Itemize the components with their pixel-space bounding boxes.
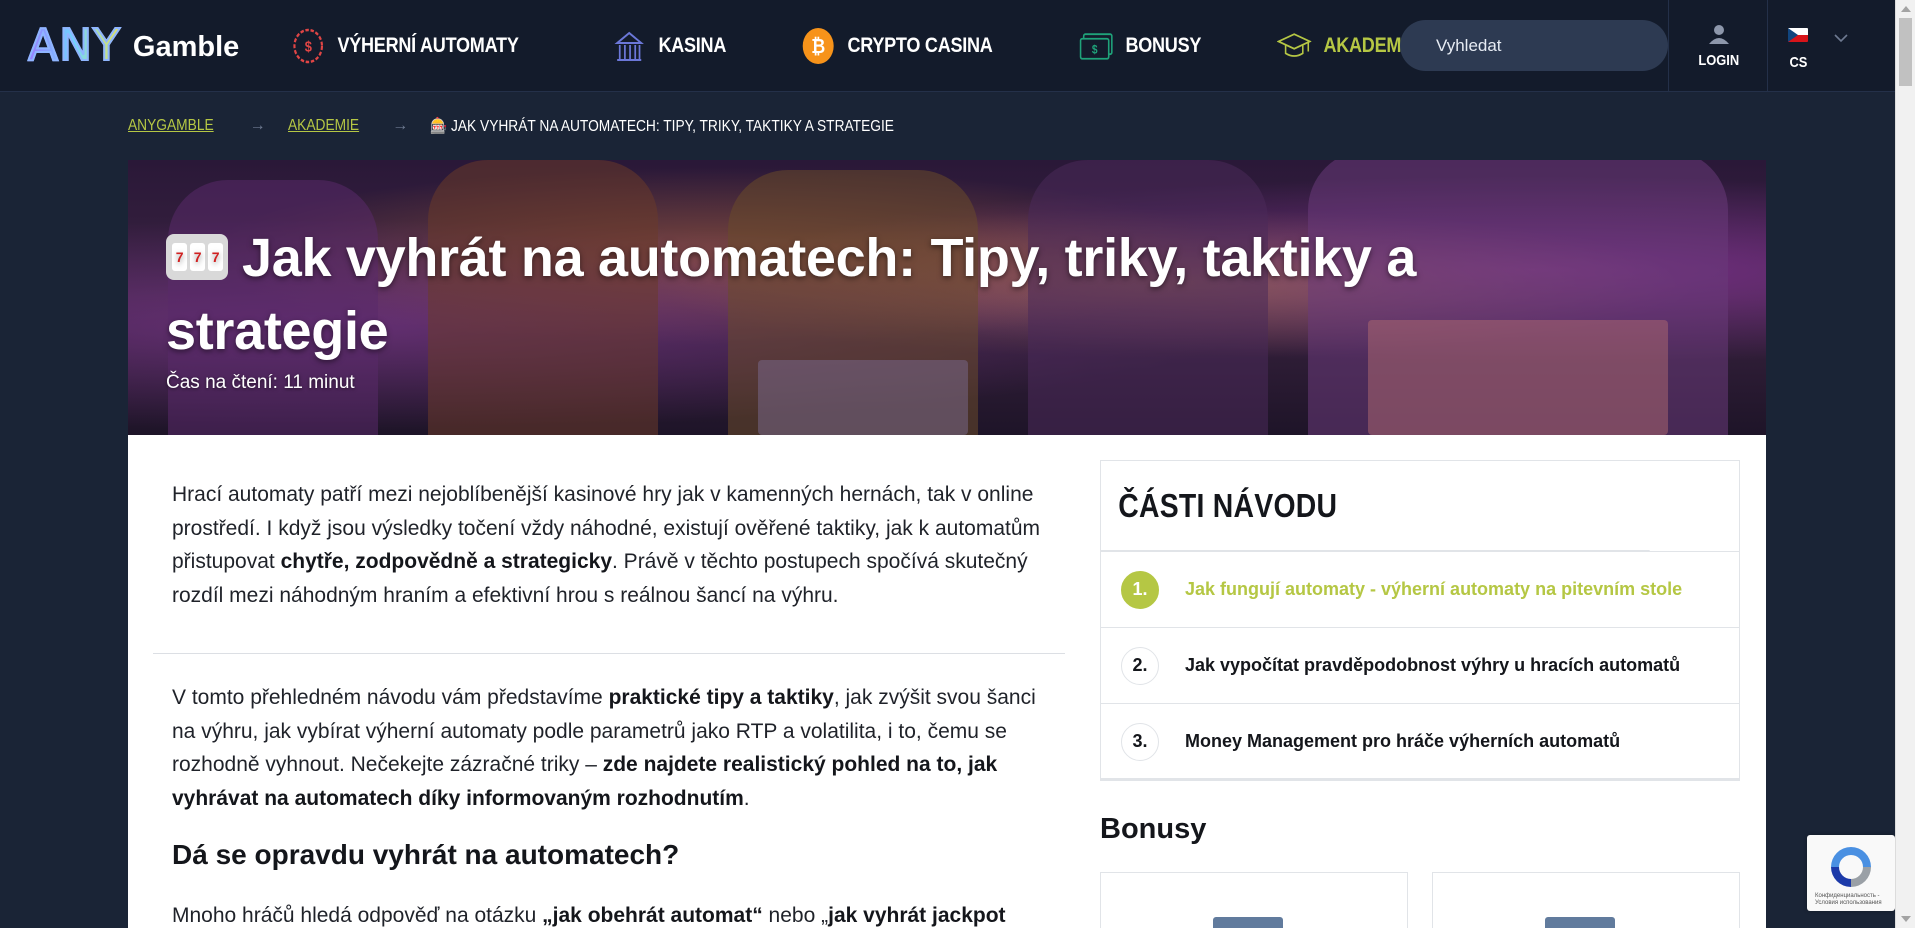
toc-item-label: Jak fungují automaty - výherní automaty … (1185, 579, 1683, 599)
top-navigation: ANY Gamble $ Výherní automaty Kasina ₿ C… (0, 0, 1895, 92)
paragraph: V tomto přehledném návodu vám představím… (172, 681, 1052, 815)
graduation-cap-icon (1277, 26, 1312, 66)
main-content: Hrací automaty patří mezi nejoblíbenější… (128, 435, 1766, 928)
hero-background-image (758, 360, 968, 435)
nav-label: Kasina (658, 33, 727, 57)
nav-divider (1668, 0, 1669, 92)
nav-item-kasina[interactable]: Kasina (612, 0, 726, 92)
toc-item-label: Money Management pro hráče výherních aut… (1185, 731, 1621, 751)
scroll-down-arrow-icon[interactable] (1901, 916, 1911, 922)
nav-label: Bonusy (1125, 33, 1202, 57)
bold-text-run: chytře, zodpovědně a strategicky (280, 550, 613, 573)
text-run: V tomto přehledném návodu vám představím… (172, 686, 609, 709)
login-button[interactable]: LOGIN (1670, 0, 1768, 92)
recaptcha-icon (1827, 843, 1875, 896)
page-title: 7 7 7 Jak vyhrát na automatech: Tipy, triky… (166, 222, 1566, 368)
nav-item-bonusy[interactable]: $ Bonusy (1079, 0, 1202, 92)
bonus-card[interactable] (1432, 872, 1740, 928)
arrow-right-icon: → (392, 117, 409, 134)
slot-machine-icon: $ (291, 26, 325, 66)
bold-text-run: jak vyhrát jackpot (828, 904, 1006, 927)
recaptcha-badge[interactable]: Конфиденциальность - Условия использован… (1807, 835, 1895, 911)
svg-text:₿: ₿ (811, 34, 825, 57)
casino-building-icon (612, 26, 646, 66)
hero-banner: 7 7 7 Jak vyhrát na automatech: Tipy, triky… (128, 160, 1766, 435)
bitcoin-icon: ₿ (801, 26, 835, 66)
login-label: LOGIN (1698, 51, 1740, 69)
anygamble-logo[interactable]: ANY Gamble (27, 0, 240, 92)
nav-item-akademie[interactable]: Akademie (1277, 0, 1418, 92)
bonusy-heading: Bonusy (1100, 813, 1207, 845)
scrollbar-thumb[interactable] (1899, 18, 1912, 86)
toc-item-number: 2. (1121, 646, 1159, 685)
intro-paragraph: Hrací automaty patří mezi nejoblíbenější… (172, 478, 1052, 612)
bold-text-run: praktické tipy a taktiky (608, 686, 834, 709)
language-selector[interactable]: CS (1768, 0, 1878, 92)
bonus-card[interactable] (1100, 872, 1408, 928)
svg-text:$: $ (1092, 43, 1098, 56)
arrow-right-icon: → (249, 117, 266, 134)
slot-machine-emoji-icon: 777 (166, 233, 228, 280)
breadcrumb: AnyGamble → Akademie → 🎰 Jak vyhrát na a… (128, 114, 970, 138)
nav-item-crypto-casina[interactable]: ₿ Crypto casina (801, 0, 993, 92)
bonus-image (1213, 917, 1283, 928)
nav-label: Crypto casina (847, 33, 993, 57)
text-run: . (743, 786, 750, 810)
toc-item-label: Jak vypočítat pravděpodobnost výhry u hr… (1185, 655, 1681, 675)
main-menu: $ Výherní automaty Kasina ₿ Crypto casin… (291, 0, 1497, 92)
chevron-down-icon (1834, 30, 1848, 47)
bold-text-run: „jak obehrát automat“ (542, 904, 763, 927)
table-of-contents: ČÁSTI NÁVODU 1. Jak fungují automaty - v… (1100, 460, 1740, 781)
breadcrumb-current: 🎰 Jak vyhrát na automatech: Tipy, triky,… (430, 118, 895, 135)
text-run: nebo „ (762, 904, 829, 927)
svg-text:$: $ (305, 37, 312, 54)
toc-item[interactable]: 3. Money Management pro hráče výherních … (1101, 703, 1739, 779)
toc-title: ČÁSTI NÁVODU (1101, 461, 1650, 551)
banknote-icon: $ (1079, 26, 1114, 66)
toc-item[interactable]: 1. Jak fungují automaty - výherní automa… (1101, 551, 1739, 627)
page-scrollbar[interactable] (1895, 0, 1915, 928)
user-icon (1708, 24, 1730, 48)
page-title-text: Jak vyhrát na automatech: Tipy, triky, t… (166, 228, 1417, 361)
search-input[interactable] (1400, 20, 1668, 71)
bonus-image (1545, 917, 1615, 928)
divider (153, 653, 1065, 654)
czech-flag-icon (1788, 28, 1808, 42)
recaptcha-privacy-terms[interactable]: Конфиденциальность - Условия использован… (1815, 893, 1891, 907)
toc-item-number: 1. (1121, 570, 1159, 609)
breadcrumb-link-anygamble[interactable]: AnyGamble (128, 117, 214, 135)
scroll-up-arrow-icon[interactable] (1901, 6, 1911, 12)
toc-item[interactable]: 2. Jak vypočítat pravděpodobnost výhry u… (1101, 627, 1739, 703)
logo-gamble-text: Gamble (132, 31, 240, 63)
reading-time: Čas na čtení: 11 minut (166, 372, 355, 393)
nav-label: Výherní automaty (337, 33, 519, 57)
nav-item-vyherni-automaty[interactable]: $ Výherní automaty (291, 0, 519, 92)
text-run: Mnoho hráčů hledá odpověď na otázku (172, 904, 543, 927)
section-heading: Dá se opravdu vyhrát na automatech? (172, 839, 680, 870)
toc-item-number: 3. (1121, 722, 1159, 761)
paragraph: Mnoho hráčů hledá odpověď na otázku „jak… (172, 899, 1052, 928)
breadcrumb-link-akademie[interactable]: Akademie (288, 117, 359, 135)
logo-any-text: ANY (27, 19, 121, 72)
language-code: CS (1789, 54, 1808, 71)
